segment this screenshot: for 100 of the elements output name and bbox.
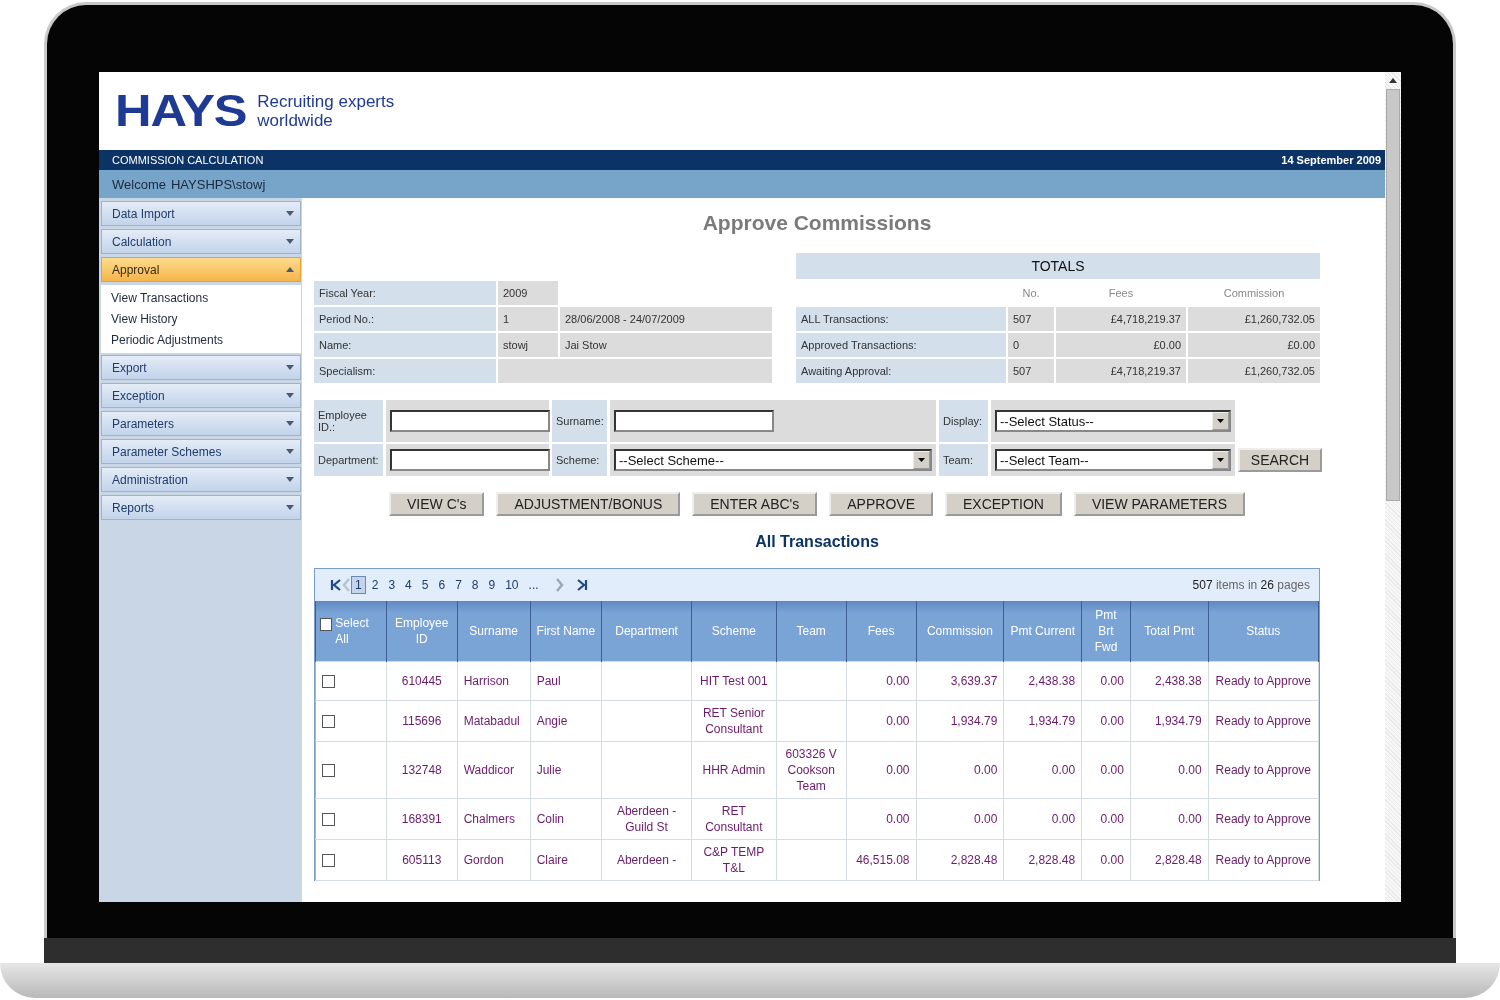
- input-field[interactable]: [390, 449, 550, 471]
- table-cell: 610445: [386, 661, 458, 701]
- first-page-icon[interactable]: [330, 579, 342, 591]
- page-link[interactable]: 5: [417, 576, 433, 594]
- table-cell: 605113: [386, 839, 458, 881]
- table-cell: 1,934.79: [1130, 700, 1209, 742]
- page-link[interactable]: 1: [351, 576, 366, 594]
- action-button[interactable]: VIEW C's: [389, 492, 485, 516]
- field-label: Department:: [314, 444, 383, 476]
- page-link[interactable]: 2: [367, 576, 383, 594]
- table-cell: RET Consultant: [691, 798, 777, 840]
- column-header: Select All: [335, 615, 370, 647]
- submenu-item[interactable]: Periodic Adjustments: [101, 330, 301, 351]
- table-cell: 0.00: [846, 741, 917, 799]
- menu-item[interactable]: Parameters: [101, 411, 301, 436]
- menu-item[interactable]: Export: [101, 355, 301, 380]
- table-cell: Matabadul: [457, 700, 531, 742]
- page-link[interactable]: ...: [524, 576, 543, 594]
- table-cell: [776, 700, 847, 742]
- table-cell: 0.00: [846, 798, 917, 840]
- table-cell: 2,438.38: [1130, 661, 1209, 701]
- input-field[interactable]: [614, 410, 774, 432]
- table-cell: 3,639.37: [916, 661, 1004, 701]
- dropdown[interactable]: --Select Status--: [995, 410, 1231, 432]
- caret-icon: [918, 458, 925, 462]
- user-name: HAYSHPS\stowj: [170, 176, 266, 192]
- info-label: Fiscal Year:: [314, 281, 496, 305]
- row-checkbox[interactable]: [322, 764, 335, 778]
- action-button[interactable]: EXCEPTION: [945, 492, 1062, 516]
- table-cell: HIT Test 001: [691, 661, 777, 701]
- totals-value: 507: [1008, 359, 1054, 383]
- table-cell: Ready to Approve: [1208, 839, 1319, 881]
- menu-item[interactable]: Data Import: [101, 201, 301, 226]
- totals-label: ALL Transactions:: [796, 307, 1006, 331]
- table-cell: 0.00: [916, 741, 1004, 799]
- table-cell: Chalmers: [457, 798, 531, 840]
- table-cell: Julie: [530, 741, 602, 799]
- submenu-item[interactable]: View Transactions: [101, 288, 301, 309]
- menu-item[interactable]: Administration: [101, 467, 301, 492]
- table-cell: Paul: [530, 661, 602, 701]
- table-cell: 0.00: [1081, 839, 1131, 881]
- totals-label: Approved Transactions:: [796, 333, 1006, 357]
- info-value: Jai Stow: [560, 333, 772, 357]
- page-link[interactable]: 6: [434, 576, 450, 594]
- dropdown[interactable]: --Select Team--: [995, 449, 1231, 471]
- table-cell: Ready to Approve: [1208, 741, 1319, 799]
- totals-value: £0.00: [1056, 333, 1186, 357]
- table-cell: 1,934.79: [916, 700, 1004, 742]
- caret-icon: [1217, 458, 1224, 462]
- submenu-item[interactable]: View History: [101, 309, 301, 330]
- table-cell: Gordon: [457, 839, 531, 881]
- info-label: Specialism:: [314, 359, 496, 383]
- menu-item[interactable]: Reports: [101, 495, 301, 520]
- dropdown[interactable]: --Select Scheme--: [614, 449, 932, 471]
- page-link[interactable]: 3: [384, 576, 400, 594]
- field-label: Employee ID.:: [314, 400, 383, 442]
- scrollbar[interactable]: [1385, 72, 1401, 902]
- row-checkbox[interactable]: [322, 854, 335, 868]
- last-page-icon[interactable]: [575, 579, 588, 591]
- page-link[interactable]: 8: [467, 576, 483, 594]
- table-cell: 46,515.08: [846, 839, 917, 881]
- table-cell: 2,438.38: [1003, 661, 1082, 701]
- totals-value: £4,718,219.37: [1056, 359, 1186, 383]
- info-value: 28/06/2008 - 24/07/2009: [560, 307, 772, 331]
- page-link[interactable]: 7: [451, 576, 466, 594]
- table-cell: [776, 798, 847, 840]
- table-cell: [776, 661, 847, 701]
- action-button[interactable]: APPROVE: [829, 492, 933, 516]
- table-cell: Claire: [530, 839, 602, 881]
- page-link[interactable]: 4: [401, 576, 416, 594]
- menu-item[interactable]: Exception: [101, 383, 301, 408]
- table-cell: [776, 839, 847, 881]
- table-cell: Ready to Approve: [1208, 798, 1319, 840]
- input-field[interactable]: [390, 410, 550, 432]
- select-all-checkbox[interactable]: [320, 618, 333, 631]
- column-header: Commission: [1222, 286, 1286, 301]
- totals-value: £1,260,732.05: [1188, 359, 1320, 383]
- logo-tagline: Recruiting experts: [257, 92, 395, 111]
- table-cell: 0.00: [1081, 798, 1131, 840]
- table-cell: 1,934.79: [1003, 700, 1082, 742]
- search-button[interactable]: SEARCH: [1238, 448, 1322, 472]
- field-label: Display:: [939, 400, 988, 442]
- table-cell: Colin: [530, 798, 602, 840]
- info-value: 2009: [498, 281, 558, 305]
- info-label: Name:: [314, 333, 496, 357]
- menu-item[interactable]: Calculation: [101, 229, 301, 254]
- page-link[interactable]: 10: [501, 576, 523, 594]
- page-link[interactable]: 9: [484, 576, 500, 594]
- action-button[interactable]: VIEW PARAMETERS: [1073, 492, 1245, 516]
- row-checkbox[interactable]: [322, 813, 335, 827]
- action-button[interactable]: ENTER ABC's: [692, 492, 818, 516]
- grid-title: All Transactions: [754, 533, 880, 551]
- totals-value: £4,718,219.37: [1056, 307, 1186, 331]
- table-cell: HHR Admin: [691, 741, 777, 799]
- totals-value: 0: [1008, 333, 1054, 357]
- action-button[interactable]: ADJUSTMENT/BONUS: [496, 492, 681, 516]
- row-checkbox[interactable]: [322, 715, 335, 729]
- row-checkbox[interactable]: [322, 675, 335, 689]
- menu-item[interactable]: Parameter Schemes: [101, 439, 301, 464]
- menu-item[interactable]: Approval: [101, 257, 301, 282]
